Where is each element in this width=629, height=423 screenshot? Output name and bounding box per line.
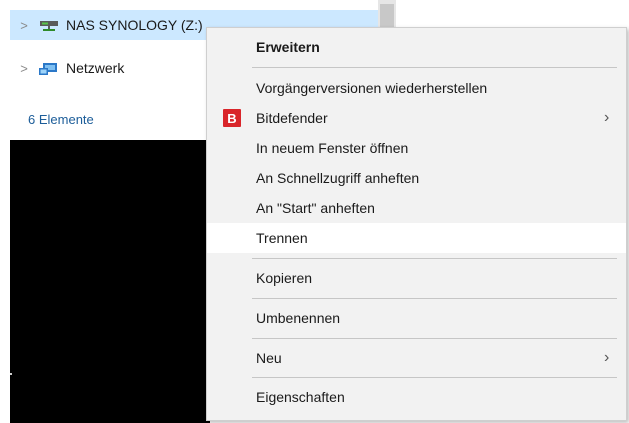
menu-item-label: Bitdefender xyxy=(256,110,328,126)
menu-item-kopieren[interactable]: Kopieren xyxy=(207,263,626,293)
context-menu: Erweitern Vorgängerversionen wiederherst… xyxy=(206,27,627,421)
menu-item-schnellzugriff[interactable]: An Schnellzugriff anheften xyxy=(207,163,626,193)
menu-item-label: In neuem Fenster öffnen xyxy=(256,140,409,156)
nav-item-label: NAS SYNOLOGY (Z:) xyxy=(66,17,203,33)
menu-item-neues-fenster[interactable]: In neuem Fenster öffnen xyxy=(207,133,626,163)
menu-item-neu[interactable]: Neu › xyxy=(207,343,626,373)
bitdefender-icon: B xyxy=(223,109,241,127)
menu-item-label: Eigenschaften xyxy=(256,389,345,405)
background-area xyxy=(396,0,629,30)
cursor-dot xyxy=(10,373,12,375)
menu-item-label: Erweitern xyxy=(256,39,320,55)
menu-item-erweitern[interactable]: Erweitern xyxy=(207,32,626,62)
chevron-right-icon[interactable]: > xyxy=(18,61,30,76)
menu-item-label: Neu xyxy=(256,350,282,366)
menu-separator xyxy=(252,258,617,259)
menu-item-label: An "Start" anheften xyxy=(256,200,375,216)
menu-item-bitdefender[interactable]: B Bitdefender › xyxy=(207,103,626,133)
nav-item-label: Netzwerk xyxy=(66,60,125,76)
menu-item-umbenennen[interactable]: Umbenennen xyxy=(207,303,626,333)
menu-item-label: Trennen xyxy=(256,230,308,246)
menu-item-label: Vorgängerversionen wiederherstellen xyxy=(256,80,488,96)
menu-item-eigenschaften[interactable]: Eigenschaften xyxy=(207,382,626,412)
menu-separator xyxy=(252,298,617,299)
status-item-count: 6 Elemente xyxy=(28,112,94,127)
menu-item-trennen[interactable]: Trennen xyxy=(207,223,626,253)
menu-item-label: An Schnellzugriff anheften xyxy=(256,170,420,186)
menu-item-start-anheften[interactable]: An "Start" anheften xyxy=(207,193,626,223)
network-drive-icon xyxy=(38,17,60,33)
file-view-area xyxy=(10,140,210,423)
menu-separator xyxy=(252,338,617,339)
chevron-right-icon: › xyxy=(604,349,610,366)
menu-separator xyxy=(252,67,617,68)
chevron-right-icon: › xyxy=(604,109,610,126)
network-icon xyxy=(38,60,60,76)
scrollbar-thumb[interactable] xyxy=(380,4,394,28)
menu-item-label: Kopieren xyxy=(256,270,313,286)
menu-separator xyxy=(252,377,617,378)
menu-item-label: Umbenennen xyxy=(256,310,341,326)
chevron-right-icon[interactable]: > xyxy=(18,18,30,33)
menu-item-vorgaengerversionen[interactable]: Vorgängerversionen wiederherstellen xyxy=(207,73,626,103)
